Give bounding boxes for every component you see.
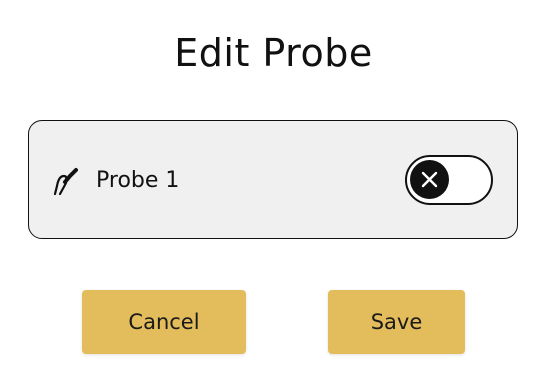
edit-probe-dialog: Edit Probe Probe 1 Cancel Save [0,0,547,389]
probe-enable-toggle[interactable] [405,155,493,205]
toggle-knob [410,160,449,199]
close-icon [421,171,438,188]
save-button[interactable]: Save [328,290,465,354]
dialog-title: Edit Probe [174,31,373,75]
probe-row: Probe 1 [28,120,518,239]
probe-icon [51,166,81,196]
probe-name-label: Probe 1 [96,168,180,193]
cancel-button[interactable]: Cancel [82,290,246,354]
